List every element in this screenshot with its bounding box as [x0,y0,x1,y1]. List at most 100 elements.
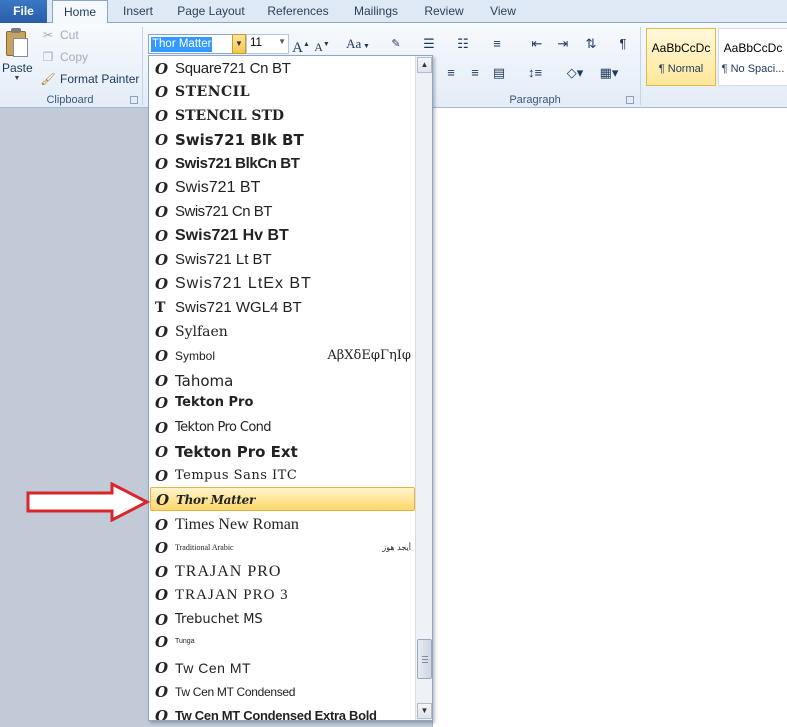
style-sample: AaBbCcDc [651,41,711,55]
font-list-item[interactable]: O Tekton Pro Ext [150,440,415,464]
tab-review[interactable]: Review [418,0,470,23]
opentype-icon: O [155,683,169,701]
font-list-item[interactable]: O Swis721 Hv BT [150,224,415,248]
decrease-indent-button[interactable]: ⇤ [526,34,548,54]
paste-label: Paste [2,61,33,75]
opentype-icon: O [155,467,169,485]
grow-font-button[interactable]: A▲ [292,34,310,56]
font-list-item[interactable]: O Swis721 Lt BT [150,248,415,272]
font-list-item[interactable]: O Tw Cen MT [150,656,415,680]
change-case-label: Aa [346,36,362,51]
vertical-scrollbar[interactable]: ▲ ▼ [415,56,432,720]
shading-button[interactable]: ◇▾ [560,63,590,83]
opentype-icon: O [155,419,169,437]
format-painter-label: Format Painter [60,72,140,86]
font-size-value[interactable]: 11 [250,37,262,49]
tab-file[interactable]: File [0,0,47,23]
style-no-spacing[interactable]: AaBbCcDc ¶ No Spaci... [718,28,787,86]
font-name-dropdown-button[interactable]: ▼ [232,34,246,54]
line-spacing-button[interactable]: ↕≡ [520,63,550,83]
font-list-item[interactable]: O Thor Matter [150,487,415,511]
show-formatting-button[interactable]: ¶ [612,34,634,54]
style-normal[interactable]: AaBbCcDc ¶ Normal [646,28,716,86]
font-list-item[interactable]: O Swis721 LtEx BT [150,272,415,296]
align-center-button[interactable]: ≡ [440,63,462,83]
tab-home[interactable]: Home [52,0,108,24]
font-name-combobox[interactable]: Thor Matter ▼ [148,34,246,54]
font-list-item[interactable]: O TRAJAN PRO 3 [150,583,415,607]
font-list-item[interactable]: O Trebuchet MS [150,608,415,632]
cut-button[interactable]: ✂ Cut [40,26,79,44]
opentype-icon: O [155,251,169,269]
font-list-item[interactable]: O Swis721 Cn BT [150,200,415,224]
opentype-icon: O [156,491,170,509]
font-name-label: Swis721 Lt BT [175,251,272,268]
font-name-label: Swis721 WGL4 BT [175,299,302,316]
copy-button[interactable]: ❐ Copy [40,48,88,66]
font-list-item[interactable]: O Times New Roman [150,513,415,537]
font-list-item[interactable]: O Tahoma [150,369,415,393]
cut-label: Cut [60,28,79,42]
scrollbar-thumb[interactable] [417,639,432,679]
paragraph-launcher-icon[interactable] [626,96,634,104]
opentype-icon: O [155,633,169,651]
font-list-item[interactable]: O TRAJAN PRO [150,560,415,584]
clear-formatting-icon[interactable]: ✎ [386,34,406,54]
font-list-item[interactable]: O Traditional Arabic أيجد هوز [150,536,415,560]
font-name-label: Swis721 Cn BT [175,203,272,220]
opentype-icon: O [155,394,169,412]
sort-button[interactable]: ⇅ [580,34,602,54]
document-page[interactable] [432,108,787,727]
font-list-item[interactable]: O Tunga [150,630,415,654]
font-list-item[interactable]: O Swis721 BlkCn BT [150,152,415,176]
font-name-label: Swis721 Hv BT [175,227,289,244]
font-list-item[interactable]: O STENCIL STD [150,104,415,128]
font-list-item[interactable]: O Tekton Pro [150,391,415,415]
font-list-item[interactable]: O Swis721 Blk BT [150,128,415,152]
font-list-item[interactable]: O Square721 Cn BT [150,57,415,81]
font-list-item[interactable]: T Swis721 WGL4 BT [150,296,415,320]
paintbrush-icon: 🖌 [40,72,56,86]
shrink-font-button[interactable]: A▼ [313,34,331,54]
numbering-button[interactable]: ☷ [452,34,474,54]
font-list-item[interactable]: O Tw Cen MT Condensed Extra Bold [150,704,415,720]
font-size-combobox[interactable]: 11 ▼ [246,34,289,54]
font-name-label: Swis721 BT [175,179,261,196]
clipboard-group-label: Clipboard [46,94,94,106]
tab-insert[interactable]: Insert [112,0,164,23]
font-name-label: STENCIL STD [175,108,285,124]
font-list-item[interactable]: O Tw Cen MT Condensed [150,680,415,704]
style-name: ¶ Normal [658,63,704,75]
borders-button[interactable]: ▦▾ [594,63,624,83]
tab-page-layout[interactable]: Page Layout [170,0,252,23]
change-case-button[interactable]: Aa ▼ [344,34,372,54]
font-list-item[interactable]: O STENCIL [150,80,415,104]
font-list-item[interactable]: O Symbol ΑβΧδΕφΓηΙφ [150,344,415,368]
bullets-button[interactable]: ☰ [418,34,440,54]
font-list-item[interactable]: O Swis721 BT [150,176,415,200]
opentype-icon: O [155,443,169,461]
align-right-button[interactable]: ≡ [464,63,486,83]
font-name-label: Tekton Pro Ext [175,443,298,461]
clipboard-launcher-icon[interactable] [130,96,138,104]
font-list-item[interactable]: O Tempus Sans ITC [150,464,415,488]
font-name-value[interactable]: Thor Matter [151,37,213,52]
justify-button[interactable]: ▤ [488,63,510,83]
font-list-item[interactable]: O Tekton Pro Cond [150,416,415,440]
tab-view[interactable]: View [482,0,524,23]
multilevel-list-button[interactable]: ≡ [486,34,508,54]
copy-icon: ❐ [42,50,54,64]
tab-mailings[interactable]: Mailings [346,0,406,23]
tab-references[interactable]: References [262,0,334,23]
increase-indent-button[interactable]: ⇥ [552,34,574,54]
font-name-label: Tempus Sans ITC [175,468,298,483]
scroll-up-icon[interactable]: ▲ [417,57,432,73]
format-painter-button[interactable]: 🖌 Format Painter [40,70,139,88]
font-list-item[interactable]: O Sylfaen [150,320,415,344]
opentype-icon: O [155,323,169,341]
style-sample: AaBbCcDc [723,41,783,55]
paste-button[interactable]: Paste ▼ [2,26,33,92]
opentype-icon: O [155,60,169,78]
font-dropdown-list: O Square721 Cn BT O STENCIL O STENCIL STD O Swi… [148,55,433,721]
scroll-down-icon[interactable]: ▼ [417,703,432,719]
